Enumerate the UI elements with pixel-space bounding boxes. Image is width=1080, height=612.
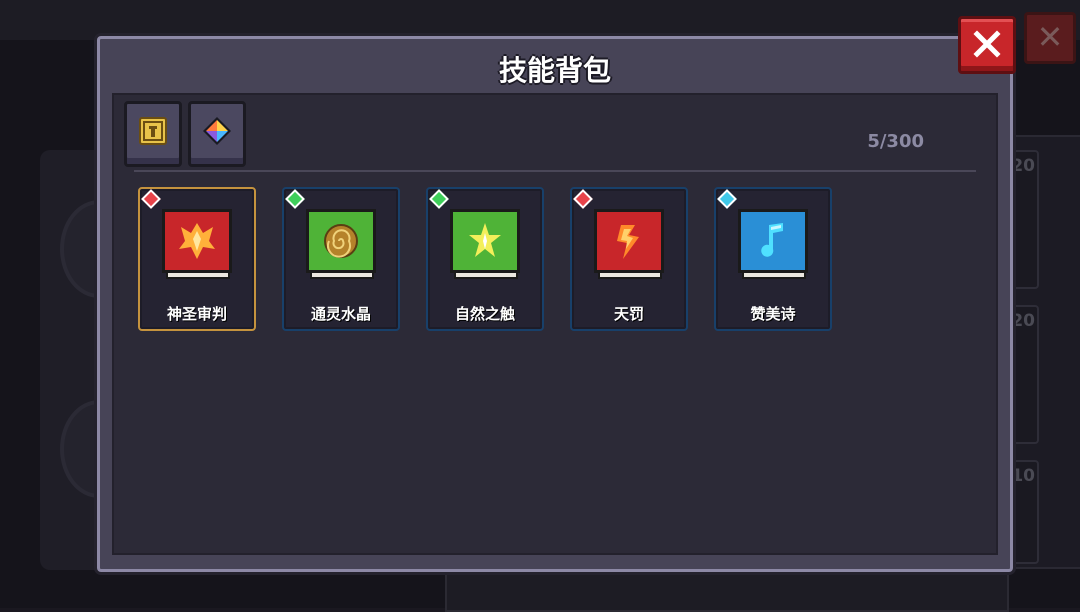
rarity-gem-icon (573, 189, 593, 209)
skill-card[interactable]: 赞美诗 (714, 187, 832, 331)
filter-idol-button[interactable] (124, 101, 182, 167)
skill-book-icon (738, 209, 808, 283)
skill-card[interactable]: 神圣审判 (138, 187, 256, 331)
skill-name: 通灵水晶 (310, 305, 371, 323)
music-note-icon (761, 223, 783, 257)
spiral-orb-icon (324, 224, 358, 258)
skill-card[interactable]: 自然之触 (426, 187, 544, 331)
skill-name: 神圣审判 (166, 305, 227, 323)
skill-card[interactable]: 天罚 (570, 187, 688, 331)
skill-book-icon (594, 209, 664, 283)
skill-name: 天罚 (613, 305, 644, 323)
dialog-title: 技能背包 (498, 54, 611, 87)
divider (134, 170, 976, 172)
rarity-gem-icon (429, 189, 449, 209)
rarity-gem-icon (141, 189, 161, 209)
filter-crystal-button[interactable] (188, 101, 246, 167)
background-close-icon: ✕ (1024, 12, 1076, 64)
close-button[interactable] (958, 16, 1016, 74)
rarity-gem-icon (285, 189, 305, 209)
rarity-gem-icon (717, 189, 737, 209)
flame-wings-icon (179, 223, 215, 259)
leaf-star-icon (469, 223, 501, 257)
idol-icon (139, 117, 167, 145)
skill-book-icon (162, 209, 232, 283)
skill-name: 自然之触 (454, 305, 515, 323)
crystal-icon (203, 117, 231, 145)
skill-name: 赞美诗 (750, 305, 796, 323)
background-top-bar (0, 0, 1080, 40)
skill-count: 5/300 (867, 131, 924, 152)
skill-book-icon (450, 209, 520, 283)
close-icon (973, 30, 1001, 58)
skill-bag-panel: 5/300 神圣审判 通灵水晶 自然之触 天罚 赞美诗 (112, 93, 998, 555)
background-bottom-bar (445, 568, 1009, 612)
skill-card[interactable]: 通灵水晶 (282, 187, 400, 331)
skill-book-icon (306, 209, 376, 283)
skill-bag-dialog: 技能背包 5/300 神圣审判 通灵水晶 自然之触 天罚 赞美诗 (97, 36, 1013, 572)
strike-icon (617, 225, 639, 259)
